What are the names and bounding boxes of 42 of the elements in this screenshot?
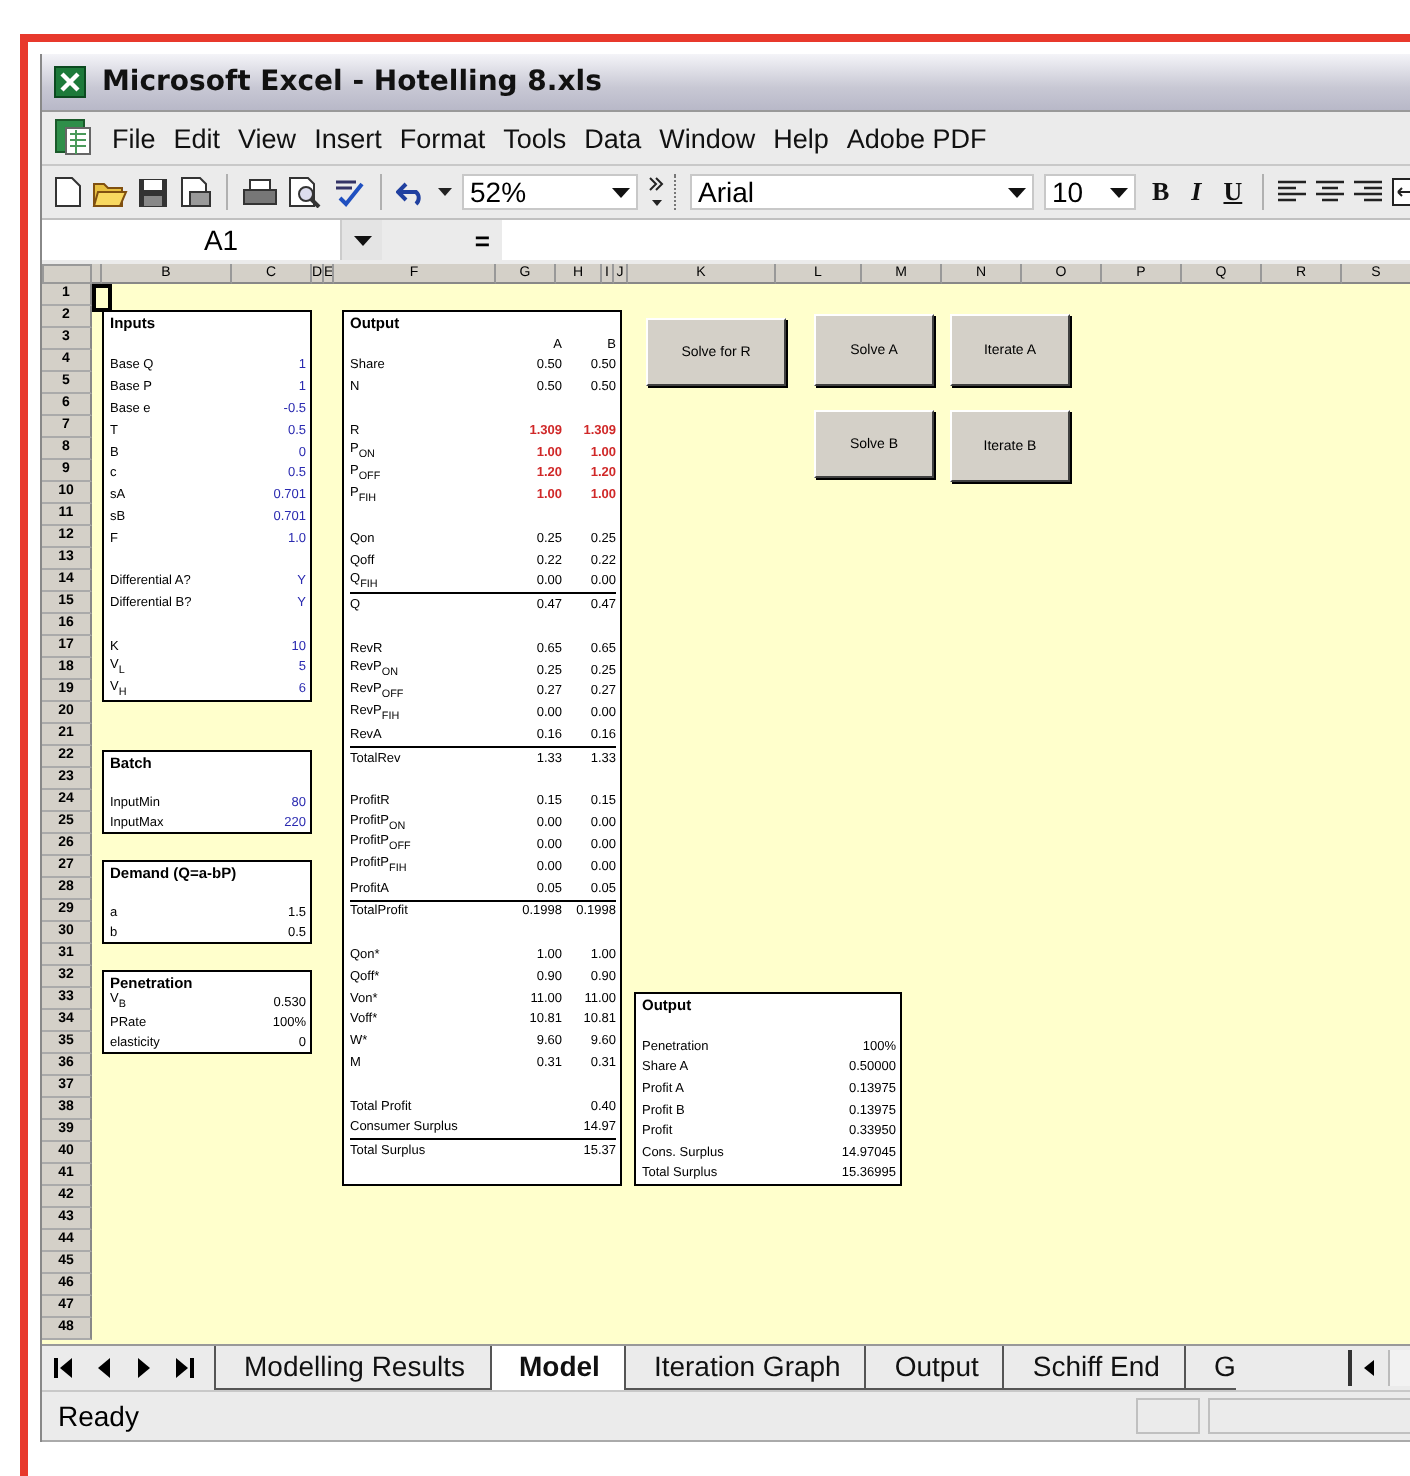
menu-item[interactable]: Insert bbox=[314, 123, 382, 153]
dropdown-icon[interactable] bbox=[612, 187, 630, 197]
format-button[interactable]: U bbox=[1217, 176, 1249, 208]
caret-icon[interactable] bbox=[438, 188, 452, 196]
zoom-field[interactable]: 52% bbox=[462, 174, 638, 210]
font-size-field[interactable]: 10 bbox=[1044, 174, 1136, 210]
sheet-tab[interactable]: Model bbox=[489, 1346, 624, 1390]
spell-check-icon[interactable] bbox=[332, 176, 366, 208]
menu-item[interactable]: Format bbox=[399, 123, 486, 153]
window-title: Microsoft Excel - Hotelling 8.xls bbox=[102, 66, 602, 98]
printer-icon[interactable] bbox=[242, 177, 278, 207]
print-preview-icon[interactable] bbox=[288, 176, 322, 208]
menu-item[interactable]: File bbox=[112, 123, 156, 153]
font-field[interactable]: Arial bbox=[690, 174, 1034, 210]
dropdown-icon[interactable] bbox=[1008, 187, 1026, 197]
menu-item[interactable]: View bbox=[238, 123, 297, 153]
menu-item[interactable]: Tools bbox=[503, 123, 567, 153]
dropdown-icon bbox=[353, 235, 371, 245]
status-panel bbox=[1136, 1398, 1200, 1434]
open-folder-icon[interactable] bbox=[92, 177, 128, 207]
menu-item[interactable]: Edit bbox=[173, 123, 221, 153]
new-file-icon[interactable] bbox=[54, 176, 82, 208]
menu-item[interactable]: Adobe PDF bbox=[846, 123, 987, 153]
workbook-icon[interactable] bbox=[54, 118, 94, 158]
align-right-icon[interactable] bbox=[1354, 179, 1383, 205]
align-left-icon[interactable] bbox=[1278, 179, 1307, 205]
spreadsheet-icon bbox=[54, 66, 86, 98]
format-button[interactable]: B bbox=[1146, 176, 1176, 208]
status-text: Ready bbox=[58, 1400, 141, 1432]
menu-item[interactable]: Data bbox=[584, 123, 642, 153]
horizontal-scrollbar[interactable] bbox=[1388, 1350, 1410, 1386]
formula-label: = bbox=[474, 225, 490, 255]
menu-item[interactable]: Help bbox=[773, 123, 829, 153]
align-center-icon[interactable] bbox=[1316, 179, 1345, 205]
merge-icon[interactable] bbox=[1392, 178, 1410, 206]
dropdown-icon[interactable] bbox=[1110, 187, 1128, 197]
name-box-dropdown[interactable] bbox=[342, 220, 382, 260]
menu-item[interactable]: Window bbox=[659, 123, 756, 153]
chevron-icon[interactable] bbox=[648, 174, 664, 210]
format-button[interactable]: I bbox=[1185, 176, 1208, 208]
page-icon[interactable] bbox=[178, 176, 212, 208]
save-icon[interactable] bbox=[138, 177, 168, 207]
